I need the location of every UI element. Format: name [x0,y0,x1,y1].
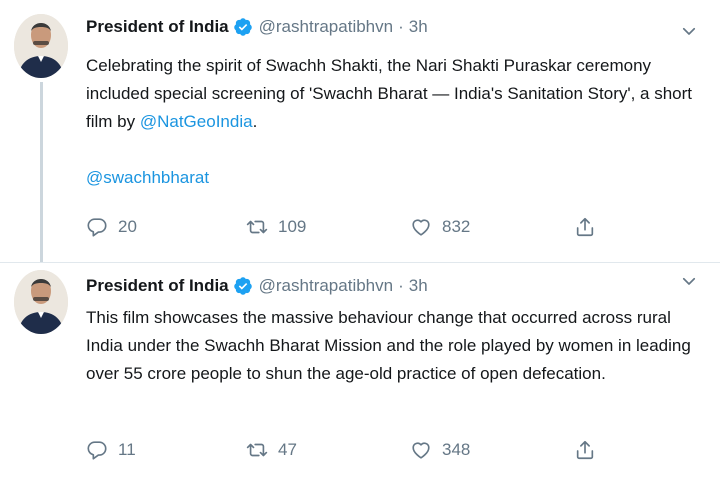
like-count: 832 [442,217,471,236]
avatar[interactable] [14,270,68,334]
share-button[interactable] [574,435,606,465]
separator: · [398,17,404,36]
like-button[interactable]: 348 [410,435,470,465]
reply-button[interactable]: 11 [86,435,136,465]
retweet-button[interactable]: 109 [246,212,306,242]
reply-count: 11 [118,440,136,459]
retweet-icon [246,216,268,238]
thread-line [40,82,43,262]
tweet[interactable]: President of India @rashtrapatibhvn · 3h… [0,262,720,480]
author-name[interactable]: President of India [86,276,229,296]
chevron-down-icon[interactable] [680,272,698,290]
author-name[interactable]: President of India [86,17,229,37]
retweet-count: 47 [278,440,297,459]
like-count: 348 [442,440,471,459]
heart-icon [410,216,432,238]
tweet-header: President of India @rashtrapatibhvn · 3h [86,14,428,40]
tweet-actions: 11 47 348 [86,435,706,465]
separator: · [398,276,404,295]
heart-icon [410,439,432,461]
share-icon [574,439,596,461]
mention-link[interactable]: @NatGeoIndia [140,112,253,131]
tweet-text: Celebrating the spirit of Swachh Shakti,… [86,52,706,136]
verified-badge-icon [233,276,253,296]
mention-link-swachhbharat[interactable]: @swachhbharat [86,168,209,188]
reply-icon [86,439,108,461]
retweet-button[interactable]: 47 [246,435,297,465]
reply-icon [86,216,108,238]
tweet-text: This film showcases the massive behaviou… [86,308,691,383]
retweet-count: 109 [278,217,307,236]
tweet-header: President of India @rashtrapatibhvn · 3h [86,273,428,299]
retweet-icon [246,439,268,461]
tweet-text-end: . [252,112,258,131]
timestamp[interactable]: 3h [409,276,428,296]
verified-badge-icon [233,17,253,37]
like-button[interactable]: 832 [410,212,470,242]
author-handle[interactable]: @rashtrapatibhvn [259,17,393,37]
avatar[interactable] [14,14,68,78]
reply-button[interactable]: 20 [86,212,137,242]
tweet[interactable]: President of India @rashtrapatibhvn · 3h… [0,0,720,262]
reply-count: 20 [118,217,137,236]
timestamp[interactable]: 3h [409,17,428,37]
chevron-down-icon[interactable] [680,22,698,40]
share-icon [574,216,596,238]
share-button[interactable] [574,212,606,242]
tweet-actions: 20 109 832 [86,212,706,242]
author-handle[interactable]: @rashtrapatibhvn [259,276,393,296]
